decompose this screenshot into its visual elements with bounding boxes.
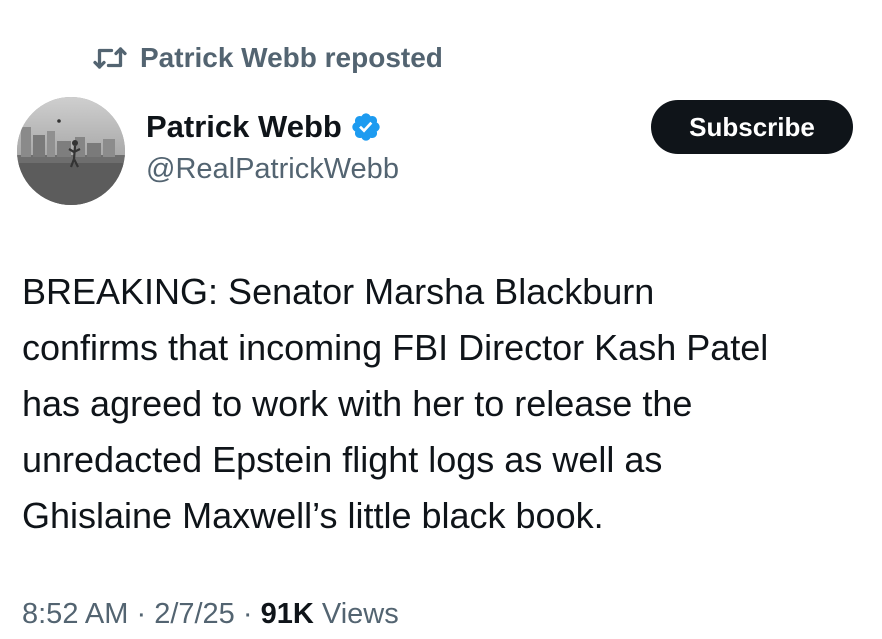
avatar[interactable] <box>17 97 125 205</box>
views-label: Views <box>313 598 399 630</box>
tweet-meta: 8:52 AM · 2/7/25 · 91K Views <box>22 598 399 631</box>
views-count[interactable]: 91K <box>261 598 314 631</box>
meta-separator: · <box>128 598 155 630</box>
subscribe-button[interactable]: Subscribe <box>651 100 853 154</box>
verified-badge-icon[interactable] <box>350 111 382 143</box>
author-name[interactable]: Patrick Webb <box>146 109 342 145</box>
author-block: Patrick Webb @RealPatrickWebb <box>146 105 399 186</box>
meta-separator: · <box>234 598 261 630</box>
repost-indicator[interactable]: Patrick Webb reposted <box>92 38 443 78</box>
repost-text[interactable]: Patrick Webb reposted <box>140 42 443 74</box>
tweet-date[interactable]: 2/7/25 <box>154 598 235 631</box>
tweet-text: BREAKING: Senator Marsha Blackburn confi… <box>22 271 769 536</box>
tweet-time[interactable]: 8:52 AM <box>22 598 128 631</box>
author-name-row: Patrick Webb <box>146 105 399 149</box>
author-handle[interactable]: @RealPatrickWebb <box>146 153 399 186</box>
repost-icon <box>92 43 128 73</box>
